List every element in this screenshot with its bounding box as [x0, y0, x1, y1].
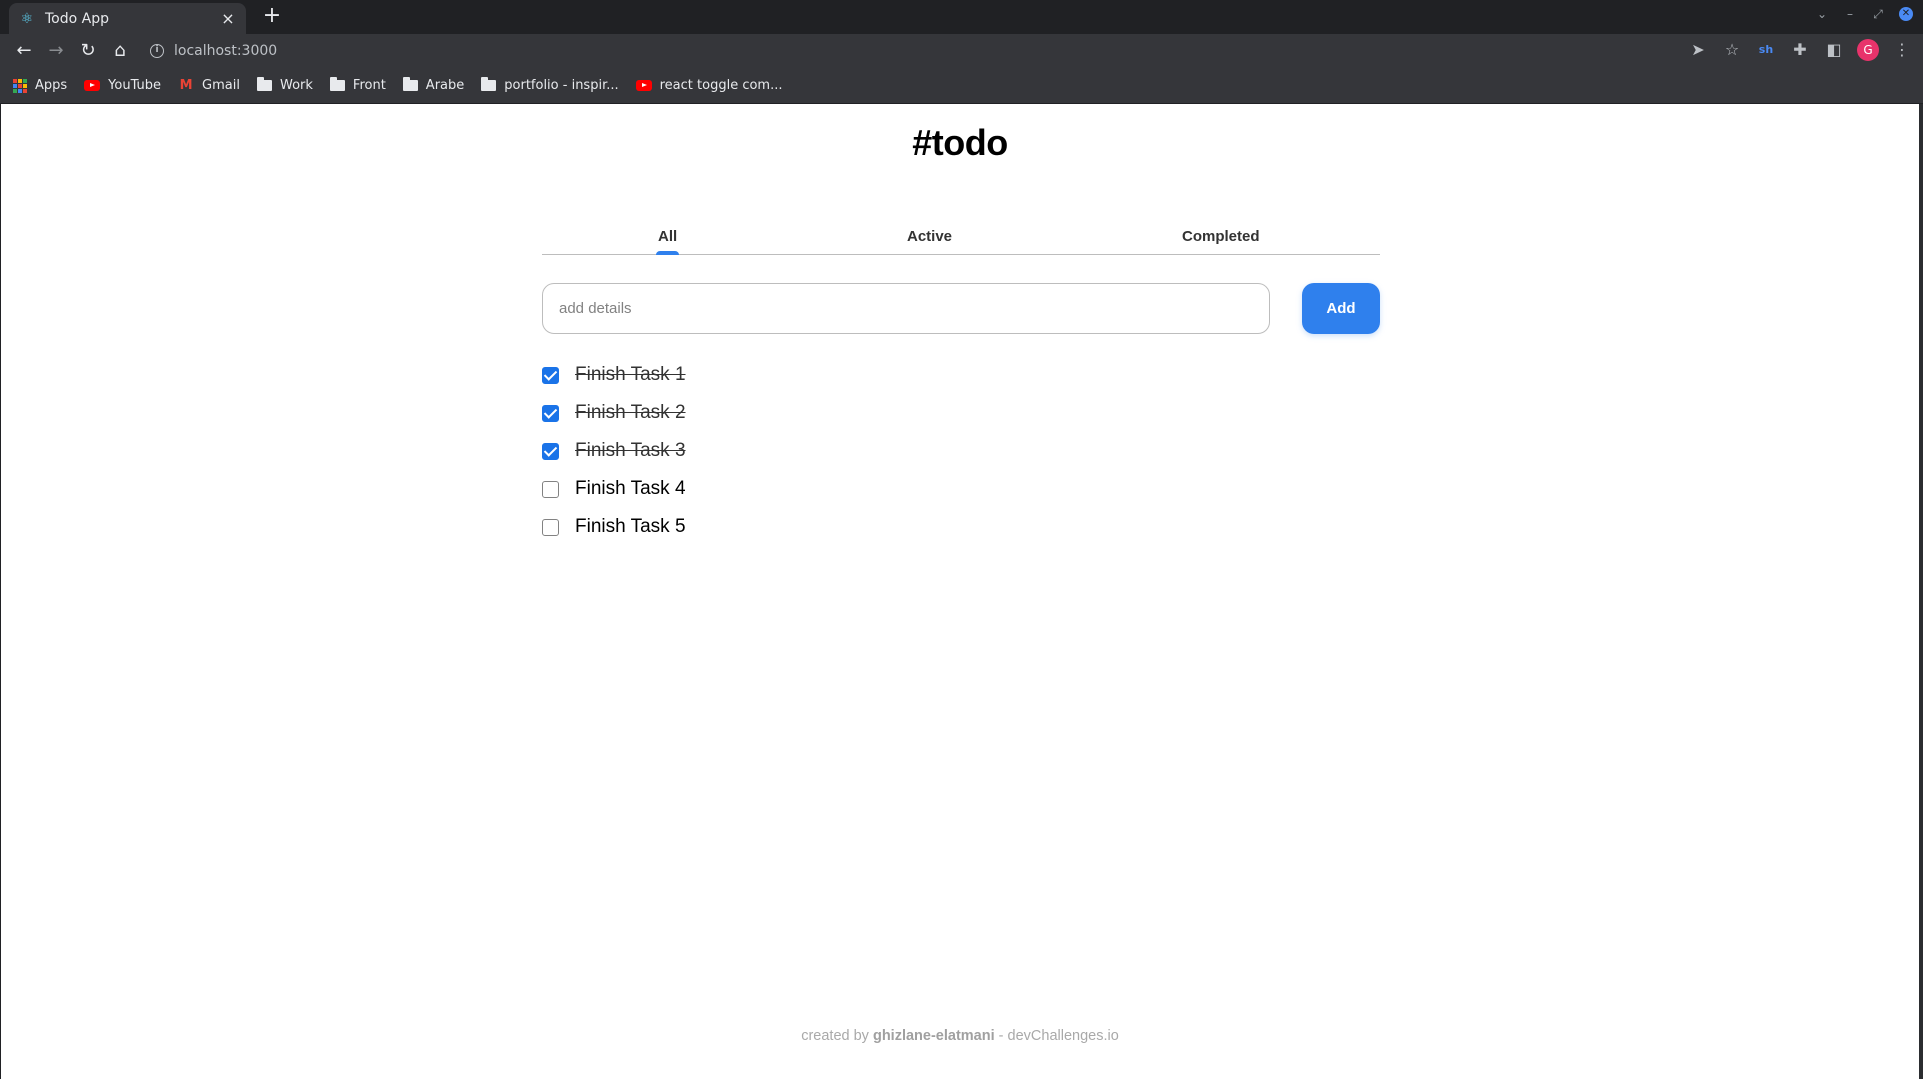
profile-avatar[interactable]: G: [1857, 39, 1879, 61]
tab-search-chevron-icon[interactable]: ⌄: [1815, 7, 1829, 21]
bookmark-react-toggle[interactable]: react toggle com...: [635, 78, 783, 93]
bookmark-label: YouTube: [108, 78, 162, 93]
bookmark-portfolio[interactable]: portfolio - inspir...: [481, 77, 619, 93]
extensions-puzzle-icon[interactable]: ✚: [1789, 39, 1811, 61]
send-icon[interactable]: ➤: [1687, 39, 1709, 61]
gmail-icon: M: [179, 78, 193, 93]
filter-tabs: All Active Completed: [542, 224, 1380, 255]
list-item: Finish Task 1: [542, 356, 686, 394]
todo-list: Finish Task 1 Finish Task 2 Finish Task …: [542, 356, 686, 546]
folder-icon: [402, 77, 418, 91]
new-tab-button[interactable]: +: [260, 5, 284, 29]
folder-icon: [481, 77, 497, 91]
back-arrow-icon[interactable]: ←: [10, 37, 38, 65]
list-item: Finish Task 4: [542, 470, 686, 508]
menu-kebab-icon[interactable]: ⋮: [1891, 39, 1913, 61]
toolbar-actions: ➤ ☆ sh ✚ ◧ G ⋮: [1687, 39, 1913, 61]
task-checkbox[interactable]: [542, 366, 559, 384]
task-checkbox[interactable]: [542, 442, 559, 460]
task-text: Finish Task 5: [575, 516, 686, 537]
bookmark-label: Work: [279, 78, 313, 93]
site-info-icon[interactable]: i: [150, 44, 164, 58]
window-edge: [1919, 104, 1923, 1079]
minimize-icon[interactable]: –: [1843, 7, 1857, 21]
bookmark-label: Arabe: [425, 78, 465, 93]
tab-all[interactable]: All: [656, 228, 680, 255]
restore-icon[interactable]: ⤢: [1871, 7, 1885, 21]
bookmark-work[interactable]: Work: [256, 77, 313, 93]
task-details-input[interactable]: [542, 283, 1270, 334]
youtube-icon: [84, 80, 101, 91]
youtube-icon: [635, 80, 652, 91]
footer-credit: created by ghizlane-elatmani - devChalle…: [1, 1028, 1919, 1044]
footer-suffix: - devChallenges.io: [994, 1028, 1119, 1044]
task-text: Finish Task 1: [575, 364, 686, 385]
page-viewport: #todo All Active Completed Add Finish Ta…: [1, 104, 1919, 1079]
list-item: Finish Task 2: [542, 394, 686, 432]
url-text[interactable]: localhost:3000: [174, 43, 277, 59]
footer-author: ghizlane-elatmani: [872, 1028, 995, 1044]
tab-label: All: [658, 228, 678, 245]
task-checkbox[interactable]: [542, 518, 559, 536]
browser-tab[interactable]: ⚛ Todo App ×: [9, 3, 246, 34]
page-title: #todo: [912, 122, 1008, 163]
tab-label: Completed: [1182, 228, 1260, 245]
bookmark-arabe[interactable]: Arabe: [402, 77, 465, 93]
folder-icon: [329, 77, 345, 91]
close-tab-icon[interactable]: ×: [220, 9, 236, 28]
bookmark-youtube[interactable]: YouTube: [84, 78, 161, 93]
footer-prefix: created by: [801, 1028, 873, 1044]
tab-label: Active: [907, 228, 953, 245]
react-icon: ⚛: [20, 10, 34, 27]
task-checkbox[interactable]: [542, 480, 559, 498]
tab-completed[interactable]: Completed: [1182, 228, 1260, 245]
bookmark-label: react toggle com...: [659, 78, 783, 93]
folder-icon: [256, 77, 272, 91]
browser-tab-strip: ⚛ Todo App × + ⌄ – ⤢ ✕: [0, 0, 1923, 34]
reload-icon[interactable]: ↻: [74, 37, 102, 65]
apps-grid-icon: [13, 78, 27, 93]
bookmark-label: Gmail: [202, 78, 240, 93]
bookmark-gmail[interactable]: M Gmail: [178, 78, 240, 93]
bookmarks-bar: Apps YouTube M Gmail Work Front Arabe po…: [0, 68, 1923, 104]
add-task-form: Add: [542, 283, 1380, 334]
add-button[interactable]: Add: [1302, 283, 1380, 334]
extension-sh-icon[interactable]: sh: [1755, 39, 1777, 61]
bookmark-star-icon[interactable]: ☆: [1721, 39, 1743, 61]
task-text: Finish Task 3: [575, 440, 686, 461]
home-icon[interactable]: ⌂: [106, 37, 134, 65]
window-controls: ⌄ – ⤢ ✕: [1815, 7, 1913, 21]
task-text: Finish Task 2: [575, 402, 686, 423]
list-item: Finish Task 5: [542, 508, 686, 546]
list-item: Finish Task 3: [542, 432, 686, 470]
active-tab-indicator: [656, 251, 680, 255]
task-checkbox[interactable]: [542, 404, 559, 422]
bookmark-apps[interactable]: Apps: [13, 78, 67, 93]
browser-toolbar: ← → ↻ ⌂ i localhost:3000 ➤ ☆ sh ✚ ◧ G ⋮: [0, 34, 1923, 68]
task-text: Finish Task 4: [575, 478, 686, 499]
tab-title: Todo App: [45, 10, 109, 27]
tab-active[interactable]: Active: [907, 228, 952, 245]
side-panel-icon[interactable]: ◧: [1823, 39, 1845, 61]
window-close-icon[interactable]: ✕: [1899, 7, 1913, 21]
bookmark-label: Front: [352, 78, 386, 93]
address-bar[interactable]: i localhost:3000: [140, 37, 1683, 65]
bookmark-front[interactable]: Front: [329, 77, 386, 93]
bookmark-label: portfolio - inspir...: [504, 78, 619, 93]
bookmark-label: Apps: [35, 78, 68, 93]
forward-arrow-icon[interactable]: →: [42, 37, 70, 65]
